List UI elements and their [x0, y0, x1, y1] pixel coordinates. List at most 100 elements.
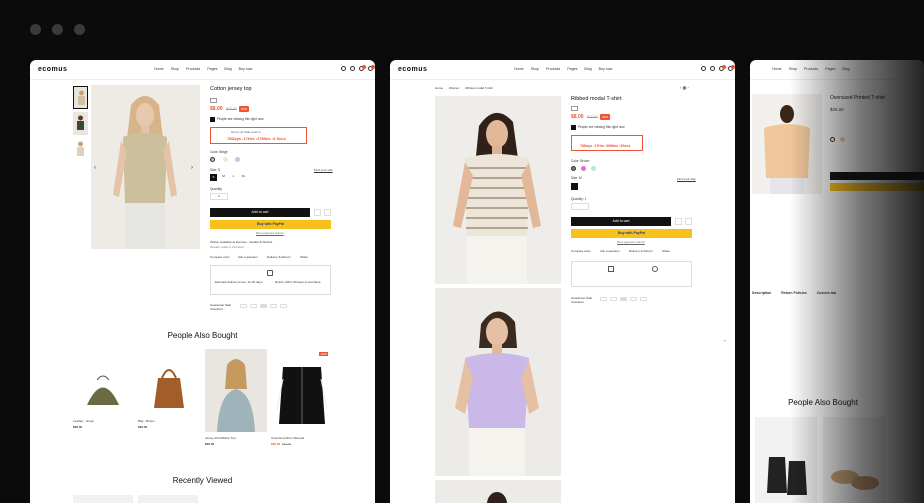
product-card-image[interactable]: -20% — [271, 349, 333, 432]
prev-image-icon[interactable]: ‹ — [94, 165, 96, 171]
swatch-beige[interactable] — [210, 157, 215, 162]
countdown-box: Hurry up! Sale ends in: 78Days :17Hrs :2… — [210, 127, 307, 144]
more-payment-link[interactable]: More payment options — [617, 240, 645, 244]
swatch-white[interactable] — [830, 137, 835, 142]
paypal-button[interactable] — [830, 183, 924, 191]
size-xl[interactable]: XL — [240, 174, 247, 181]
nav-pages[interactable]: Pages — [825, 67, 835, 71]
cart-icon[interactable] — [368, 65, 375, 71]
product-price: $35.00 — [271, 442, 281, 446]
wishlist-icon[interactable] — [314, 209, 321, 216]
user-icon[interactable] — [350, 66, 355, 71]
compare-color-link[interactable]: Compare color — [571, 249, 591, 253]
main-nav: Home Shop Products Pages Blog Buy now — [154, 67, 252, 71]
wishlist-icon[interactable] — [719, 65, 726, 71]
add-to-cart-button[interactable] — [830, 172, 924, 180]
nav-home[interactable]: Home — [772, 67, 782, 71]
user-icon[interactable] — [710, 66, 715, 71]
swatch-mint[interactable] — [591, 166, 596, 171]
compare-color-link[interactable]: Compare color — [210, 255, 230, 259]
scroll-hint-icon[interactable]: ·› — [723, 338, 726, 343]
nav-blog[interactable]: Blog — [842, 67, 849, 71]
nav-shop[interactable]: Shop — [171, 67, 179, 71]
size-guide-link[interactable]: Find your size — [314, 168, 333, 172]
old-price: $10.00 — [587, 115, 598, 119]
delivery-return-link[interactable]: Delivery & Return — [267, 255, 291, 259]
size-option[interactable] — [571, 183, 578, 190]
nav-home[interactable]: Home — [514, 67, 524, 71]
add-to-cart-button[interactable]: Add to cart — [571, 217, 671, 226]
nav-shop[interactable]: Shop — [531, 67, 539, 71]
paypal-button[interactable]: Buy with PayPal — [210, 220, 331, 229]
swatch-peach[interactable] — [840, 137, 845, 142]
nav-pages[interactable]: Pages — [207, 67, 217, 71]
nav-home[interactable]: Home — [154, 67, 164, 71]
swatch-blue[interactable] — [235, 157, 240, 162]
share-link[interactable]: Share — [300, 255, 308, 259]
product-card-image[interactable] — [205, 349, 267, 432]
viewing-text: People are viewing this right now — [217, 117, 264, 121]
compare-icon[interactable] — [685, 218, 692, 225]
visa-icon — [240, 304, 247, 308]
tab-custom[interactable]: Custom tab — [817, 291, 836, 295]
eye-icon — [571, 125, 576, 130]
thumbnail[interactable] — [73, 86, 88, 109]
countdown-box: 78Days :17Hrs :26Mins :3Secs — [571, 135, 643, 151]
product-name[interactable]: Jersey Pull Ribbon Top — [205, 436, 236, 440]
compare-icon[interactable] — [324, 209, 331, 216]
size-guide-link[interactable]: Find your size — [677, 177, 696, 181]
size-option[interactable] — [591, 183, 598, 190]
search-icon[interactable] — [341, 66, 346, 71]
next-image-icon[interactable]: › — [191, 165, 193, 171]
paypal-button[interactable]: Buy with PayPal — [571, 229, 692, 238]
more-payment-link[interactable]: More payment options — [256, 231, 284, 235]
store-logo[interactable]: ecomus — [38, 66, 67, 73]
swatch-cream[interactable] — [223, 157, 228, 162]
product-card-image[interactable] — [138, 350, 198, 430]
wishlist-icon[interactable] — [359, 65, 366, 71]
nav-products[interactable]: Products — [186, 67, 200, 71]
quantity-stepper[interactable]: 1 — [210, 193, 228, 200]
nav-products[interactable]: Products — [546, 67, 560, 71]
store-logo[interactable]: ecomus — [398, 66, 427, 73]
thumbnail[interactable] — [73, 112, 88, 135]
ask-question-link[interactable]: Ask a question — [600, 249, 620, 253]
thumbnail[interactable] — [73, 138, 88, 161]
product-name[interactable]: Leather - Green — [73, 419, 94, 423]
ask-question-link[interactable]: Ask a question — [238, 255, 258, 259]
cart-icon[interactable] — [728, 65, 735, 71]
tab-return-policies[interactable]: Return Policies — [781, 291, 806, 295]
add-to-cart-button[interactable]: Add to cart — [210, 208, 310, 217]
size-option[interactable] — [581, 183, 588, 190]
product-card-image[interactable] — [755, 417, 817, 503]
size-s[interactable]: S — [210, 174, 217, 181]
nav-buy[interactable]: Buy now — [599, 67, 613, 71]
wishlist-icon[interactable] — [675, 218, 682, 225]
recent-product-image[interactable] — [73, 495, 133, 503]
swatch-brown[interactable] — [571, 166, 576, 171]
nav-pages[interactable]: Pages — [567, 67, 577, 71]
swatch-pink[interactable] — [581, 166, 586, 171]
nav-blog[interactable]: Blog — [224, 67, 231, 71]
quantity-stepper[interactable] — [571, 203, 589, 210]
product-name[interactable]: Oversized Short Sleeved — [271, 436, 304, 440]
recent-product-image[interactable] — [138, 495, 198, 503]
nav-shop[interactable]: Shop — [789, 67, 797, 71]
product-card-image[interactable] — [823, 417, 885, 503]
product-name[interactable]: Bag - Brown — [138, 419, 155, 423]
delivery-return-link[interactable]: Delivery & Return — [629, 249, 653, 253]
nav-products[interactable]: Products — [804, 67, 818, 71]
product-card-image[interactable] — [73, 350, 133, 430]
nav-buy[interactable]: Buy now — [239, 67, 253, 71]
search-icon[interactable] — [701, 66, 706, 71]
countdown-timer: 78Days :17Hrs :27Mins :3 Secs — [227, 136, 286, 141]
breadcrumb-item[interactable]: Women — [449, 86, 459, 90]
tab-description[interactable]: Description — [752, 291, 771, 295]
size-m[interactable]: M — [220, 174, 227, 181]
nav-blog[interactable]: Blog — [584, 67, 591, 71]
share-link[interactable]: Share — [662, 249, 670, 253]
prev-product-icon[interactable]: ‹ ▦ › — [680, 85, 689, 90]
box-icon — [608, 266, 614, 272]
size-l[interactable]: L — [230, 174, 237, 181]
breadcrumb-item[interactable]: Home — [435, 86, 443, 90]
